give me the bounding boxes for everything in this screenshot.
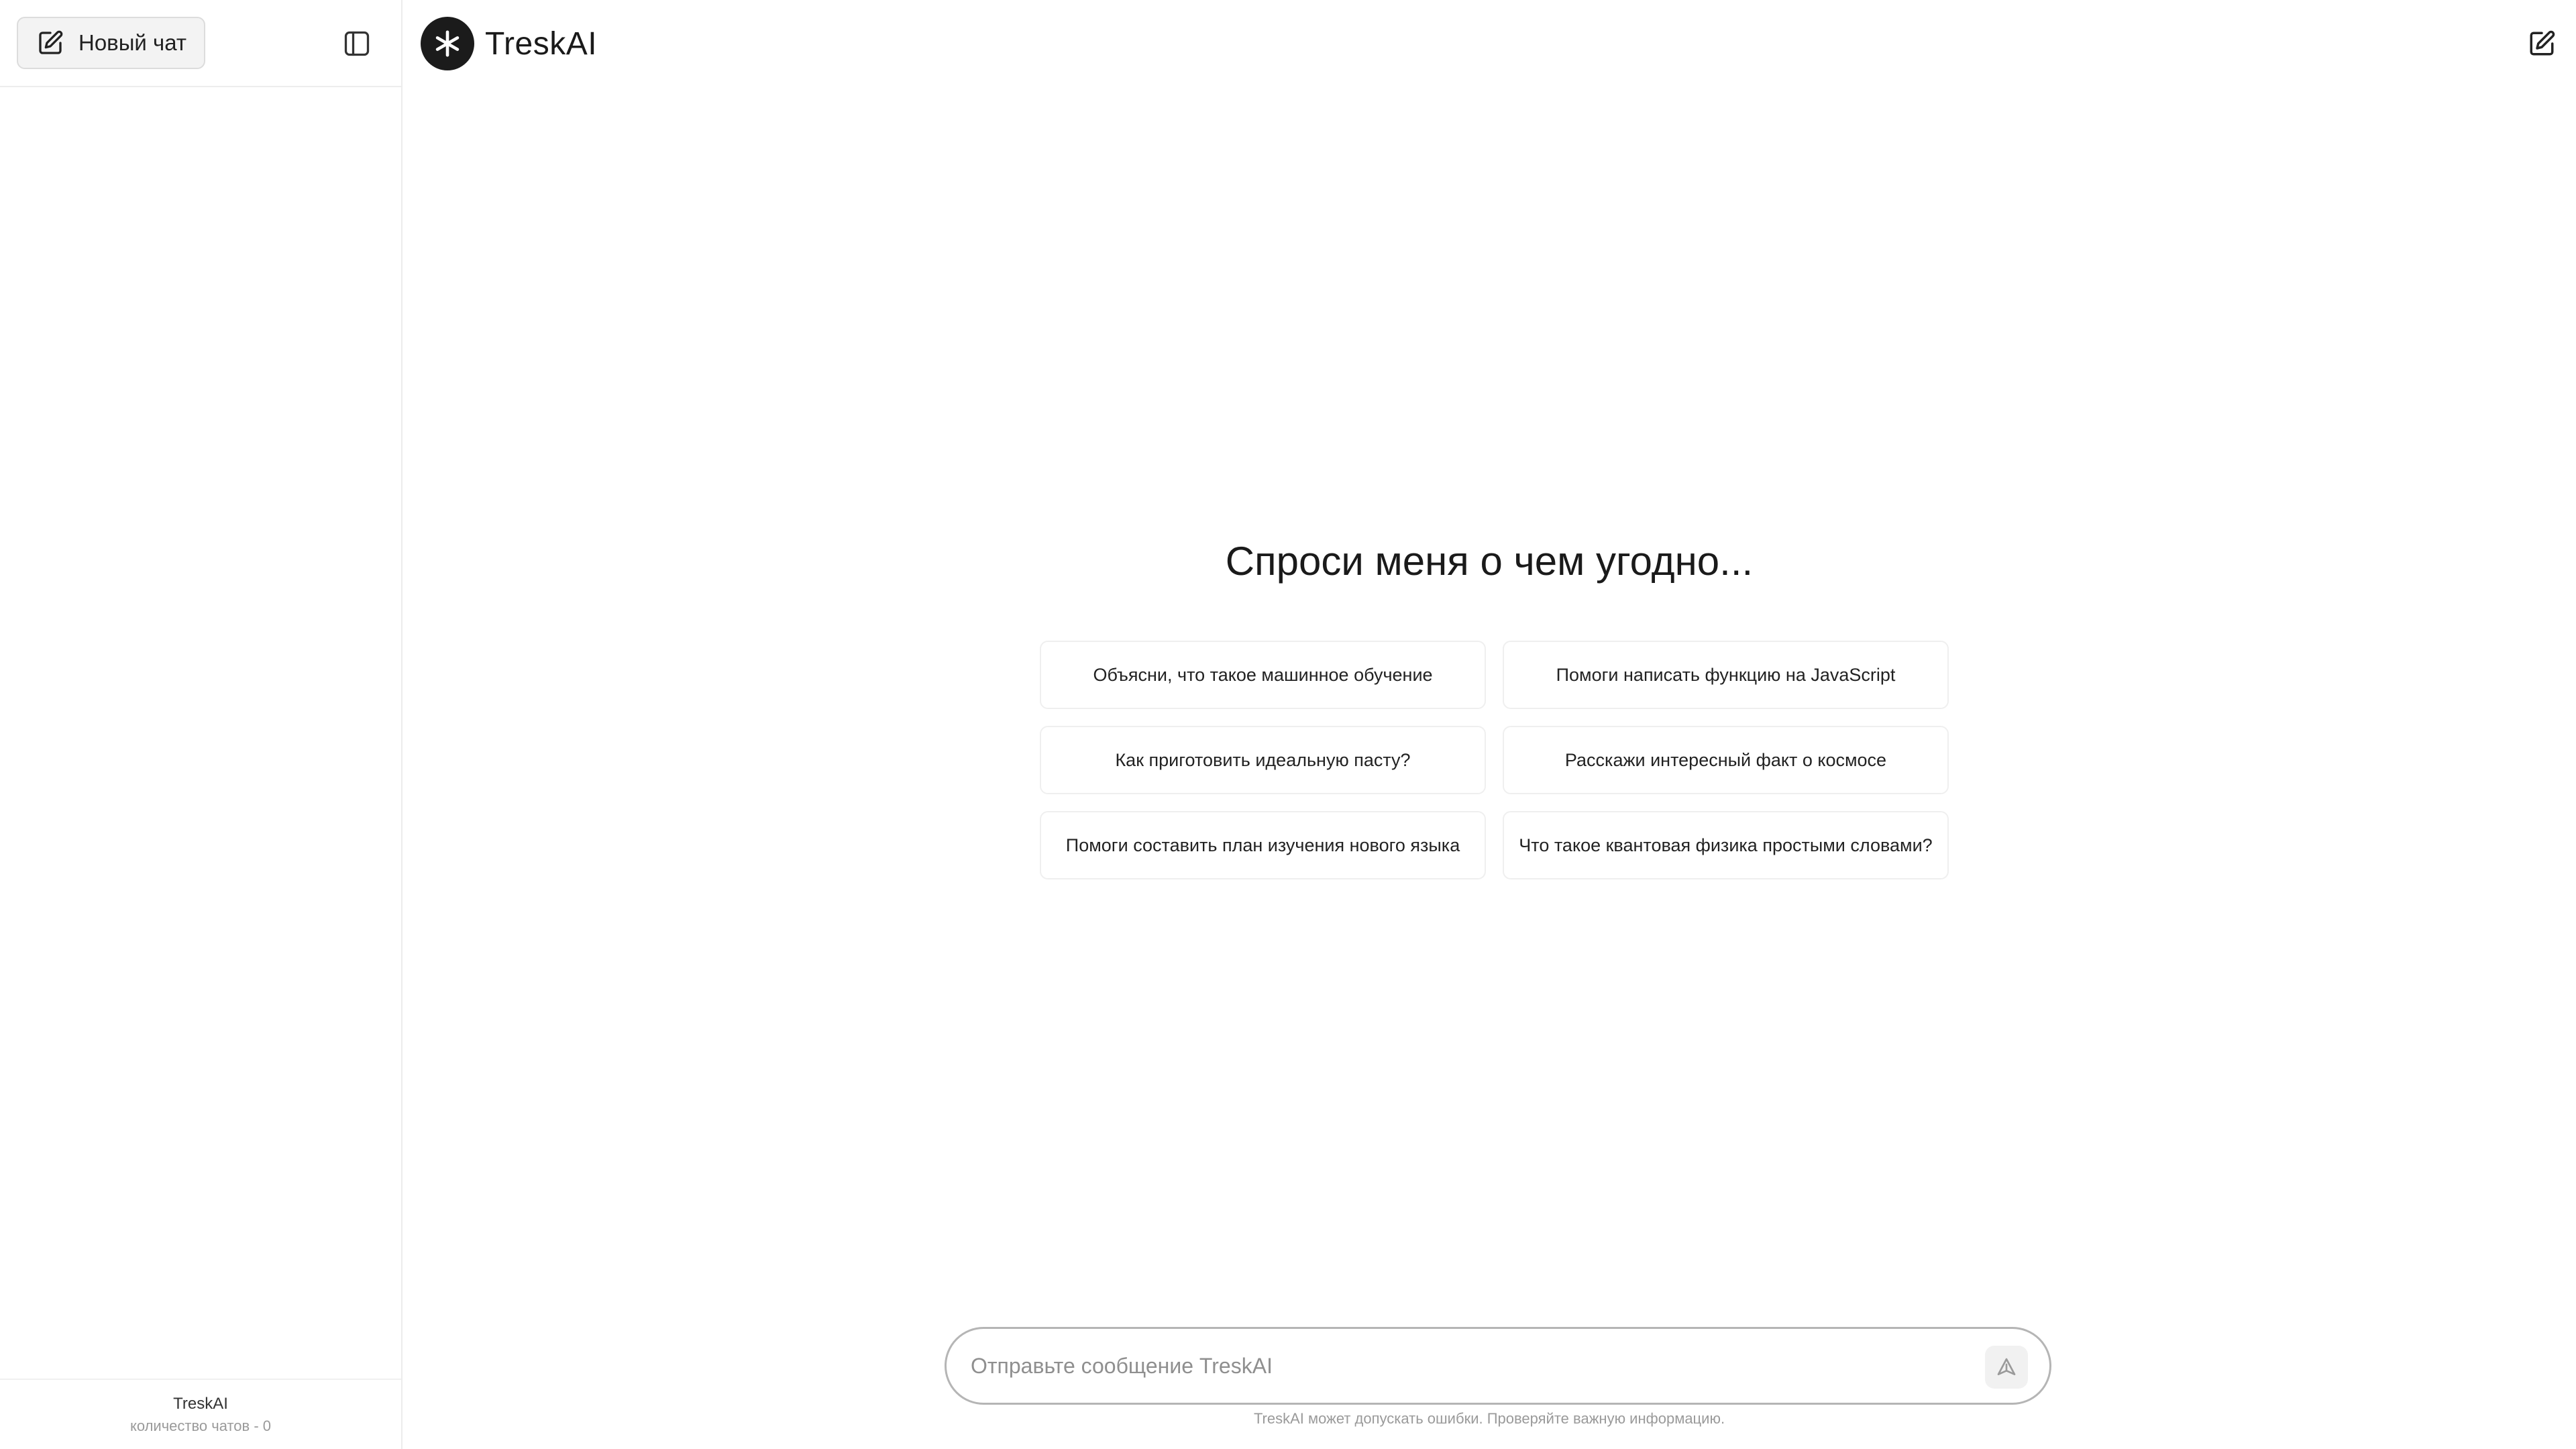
pencil-square-icon — [37, 30, 64, 56]
sidebar: Новый чат TreskAI количество чатов - 0 — [0, 0, 402, 1449]
sidebar-toggle-button[interactable] — [342, 29, 372, 58]
new-chat-button[interactable]: Новый чат — [17, 17, 205, 69]
footer-app-name: TreskAI — [173, 1395, 228, 1413]
send-arrow-icon — [1996, 1356, 2017, 1378]
send-button[interactable] — [1985, 1346, 2028, 1389]
sidebar-footer: TreskAI количество чатов - 0 — [0, 1379, 401, 1449]
suggestion-card[interactable]: Помоги написать функцию на JavaScript — [1503, 641, 1949, 709]
suggestion-card[interactable]: Расскажи интересный факт о космосе — [1503, 726, 1949, 794]
brand-name: TreskAI — [485, 25, 598, 62]
new-chat-icon-button[interactable] — [2528, 30, 2556, 58]
message-input[interactable] — [969, 1329, 1976, 1403]
asterisk-logo-icon — [421, 17, 474, 70]
brand: TreskAI — [421, 17, 597, 70]
app-root: Новый чат TreskAI количество чатов - 0 T… — [0, 0, 2576, 1449]
disclaimer-text: TreskAI может допускать ошибки. Проверяй… — [1253, 1410, 1725, 1427]
new-chat-label: Новый чат — [78, 30, 186, 55]
suggestion-card[interactable]: Помоги составить план изучения нового яз… — [1040, 811, 1486, 879]
suggestion-card[interactable]: Что такое квантовая физика простыми слов… — [1503, 811, 1949, 879]
sidebar-header: Новый чат — [0, 0, 401, 87]
suggestion-card[interactable]: Как приготовить идеальную пасту? — [1040, 726, 1486, 794]
sidebar-panel-icon — [342, 29, 372, 58]
page-title: Спроси меня о чем угодно... — [1225, 539, 1754, 584]
pencil-square-icon — [2528, 30, 2556, 58]
chat-count-label: количество чатов - 0 — [129, 1417, 272, 1434]
message-composer — [945, 1327, 2051, 1405]
suggestions-grid: Объясни, что такое машинное обучение Пом… — [1040, 641, 1949, 879]
suggestion-card[interactable]: Объясни, что такое машинное обучение — [1040, 641, 1486, 709]
main-area: TreskAI Спроси меня о чем угодно... Объя… — [402, 0, 2576, 1449]
